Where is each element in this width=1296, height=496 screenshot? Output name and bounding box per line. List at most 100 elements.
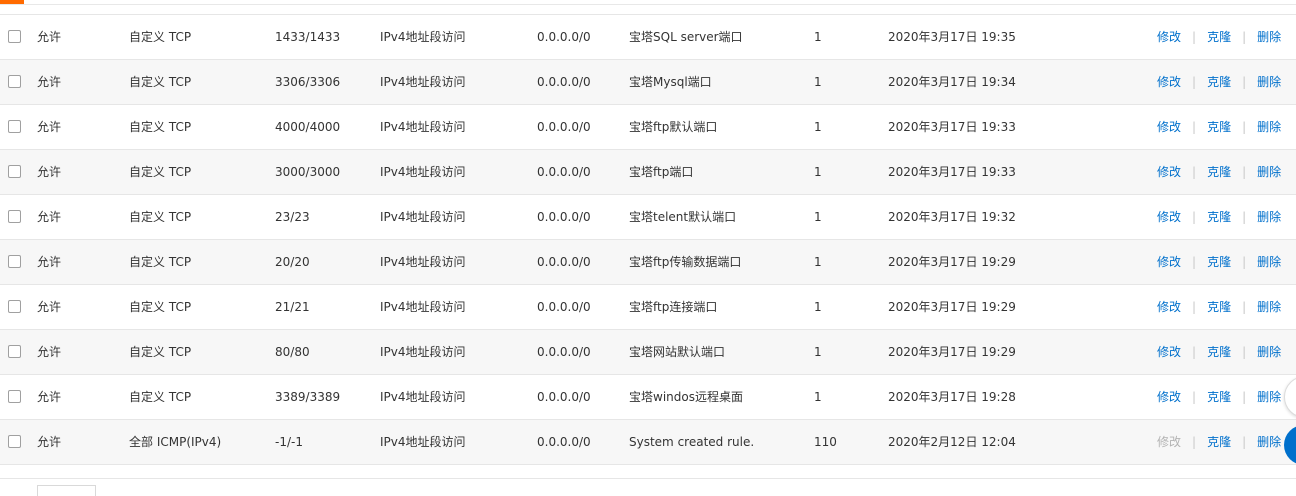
modify-link[interactable]: 修改	[1157, 255, 1181, 269]
priority-cell: 1	[814, 30, 822, 44]
checkbox-icon[interactable]	[8, 300, 21, 313]
authorization-type-cell: IPv4地址段访问	[380, 30, 466, 44]
authorization-object-cell: 0.0.0.0/0	[537, 255, 591, 269]
action-separator: |	[1192, 300, 1197, 314]
protocol-type-cell: 自定义 TCP	[129, 390, 192, 404]
auth-policy-cell: 允许	[37, 165, 62, 179]
delete-link[interactable]: 删除	[1257, 255, 1281, 269]
clone-link[interactable]: 克隆	[1207, 345, 1231, 359]
action-separator: |	[1192, 165, 1197, 179]
description-cell: 宝塔SQL server端口	[629, 30, 743, 44]
description-cell: 宝塔windos远程桌面	[629, 390, 743, 404]
auth-policy-cell: 允许	[37, 255, 62, 269]
modify-link[interactable]: 修改	[1157, 345, 1181, 359]
created-time-cell: 2020年3月17日 19:34	[888, 75, 1016, 89]
table-footer-divider	[0, 478, 1296, 479]
authorization-type-cell: IPv4地址段访问	[380, 255, 466, 269]
auth-policy-cell: 允许	[37, 300, 62, 314]
checkbox-icon[interactable]	[8, 30, 21, 43]
clone-link[interactable]: 克隆	[1207, 390, 1231, 404]
row-actions: 修改 | 克隆 | 删除	[1157, 60, 1281, 104]
authorization-object-cell: 0.0.0.0/0	[537, 300, 591, 314]
clone-link[interactable]: 克隆	[1207, 300, 1231, 314]
description-cell: 宝塔telent默认端口	[629, 210, 737, 224]
clone-link[interactable]: 克隆	[1207, 255, 1231, 269]
action-separator: |	[1242, 210, 1247, 224]
port-range-cell: 3389/3389	[275, 390, 341, 404]
row-actions: 修改 | 克隆 | 删除	[1157, 420, 1281, 464]
protocol-type-cell: 自定义 TCP	[129, 75, 192, 89]
action-separator: |	[1242, 75, 1247, 89]
action-separator: |	[1242, 255, 1247, 269]
checkbox-icon[interactable]	[8, 120, 21, 133]
security-group-rules-table: 允许 自定义 TCP 1433/1433 IPv4地址段访问 0.0.0.0/0…	[0, 14, 1296, 465]
modify-link[interactable]: 修改	[1157, 300, 1181, 314]
clone-link[interactable]: 克隆	[1207, 30, 1231, 44]
auth-policy-cell: 允许	[37, 30, 62, 44]
protocol-type-cell: 自定义 TCP	[129, 300, 192, 314]
table-row: 允许 自定义 TCP 1433/1433 IPv4地址段访问 0.0.0.0/0…	[0, 15, 1296, 60]
table-row: 允许 自定义 TCP 80/80 IPv4地址段访问 0.0.0.0/0 宝塔网…	[0, 330, 1296, 375]
priority-cell: 1	[814, 210, 822, 224]
modify-link: 修改	[1157, 435, 1182, 449]
authorization-object-cell: 0.0.0.0/0	[537, 435, 591, 449]
protocol-type-cell: 全部 ICMP(IPv4)	[129, 435, 222, 449]
checkbox-icon[interactable]	[8, 345, 21, 358]
clone-link[interactable]: 克隆	[1207, 165, 1231, 179]
priority-cell: 1	[814, 120, 822, 134]
checkbox-icon[interactable]	[8, 165, 21, 178]
created-time-cell: 2020年2月12日 12:04	[888, 435, 1016, 449]
created-time-cell: 2020年3月17日 19:33	[888, 120, 1016, 134]
modify-link[interactable]: 修改	[1157, 165, 1181, 179]
delete-link[interactable]: 删除	[1257, 345, 1281, 359]
action-separator: |	[1192, 30, 1197, 44]
delete-link[interactable]: 删除	[1257, 300, 1281, 314]
clone-link[interactable]: 克隆	[1207, 435, 1231, 449]
action-separator: |	[1242, 120, 1247, 134]
authorization-object-cell: 0.0.0.0/0	[537, 165, 591, 179]
delete-link[interactable]: 删除	[1257, 390, 1281, 404]
delete-link[interactable]: 删除	[1257, 75, 1281, 89]
created-time-cell: 2020年3月17日 19:35	[888, 30, 1016, 44]
modify-link[interactable]: 修改	[1157, 30, 1181, 44]
priority-cell: 1	[814, 390, 822, 404]
created-time-cell: 2020年3月17日 19:33	[888, 165, 1016, 179]
port-range-cell: -1/-1	[275, 435, 303, 449]
action-separator: |	[1192, 120, 1197, 134]
auth-policy-cell: 允许	[37, 120, 62, 134]
clone-link[interactable]: 克隆	[1207, 120, 1231, 134]
checkbox-icon[interactable]	[8, 210, 21, 223]
delete-link[interactable]: 删除	[1257, 210, 1281, 224]
description-cell: 宝塔ftp连接端口	[629, 300, 718, 314]
port-range-cell: 4000/4000	[275, 120, 341, 134]
action-separator: |	[1192, 255, 1197, 269]
delete-link[interactable]: 删除	[1257, 435, 1281, 449]
protocol-type-cell: 自定义 TCP	[129, 210, 192, 224]
delete-link[interactable]: 删除	[1257, 165, 1281, 179]
delete-link[interactable]: 删除	[1257, 30, 1281, 44]
description-cell: System created rule.	[629, 435, 755, 449]
table-row: 允许 自定义 TCP 23/23 IPv4地址段访问 0.0.0.0/0 宝塔t…	[0, 195, 1296, 240]
created-time-cell: 2020年3月17日 19:29	[888, 255, 1016, 269]
table-row: 允许 自定义 TCP 3306/3306 IPv4地址段访问 0.0.0.0/0…	[0, 60, 1296, 105]
modify-link[interactable]: 修改	[1157, 120, 1181, 134]
auth-policy-cell: 允许	[37, 75, 62, 89]
auth-policy-cell: 允许	[37, 345, 62, 359]
modify-link[interactable]: 修改	[1157, 75, 1181, 89]
port-range-cell: 80/80	[275, 345, 310, 359]
protocol-type-cell: 自定义 TCP	[129, 120, 192, 134]
checkbox-icon[interactable]	[8, 75, 21, 88]
table-row: 允许 自定义 TCP 20/20 IPv4地址段访问 0.0.0.0/0 宝塔f…	[0, 240, 1296, 285]
checkbox-icon[interactable]	[8, 435, 21, 448]
action-separator: |	[1242, 165, 1247, 179]
row-actions: 修改 | 克隆 | 删除	[1157, 195, 1281, 239]
priority-cell: 1	[814, 255, 822, 269]
row-actions: 修改 | 克隆 | 删除	[1157, 330, 1281, 374]
modify-link[interactable]: 修改	[1157, 390, 1181, 404]
modify-link[interactable]: 修改	[1157, 210, 1181, 224]
clone-link[interactable]: 克隆	[1207, 210, 1231, 224]
checkbox-icon[interactable]	[8, 255, 21, 268]
delete-link[interactable]: 删除	[1257, 120, 1281, 134]
checkbox-icon[interactable]	[8, 390, 21, 403]
clone-link[interactable]: 克隆	[1207, 75, 1231, 89]
